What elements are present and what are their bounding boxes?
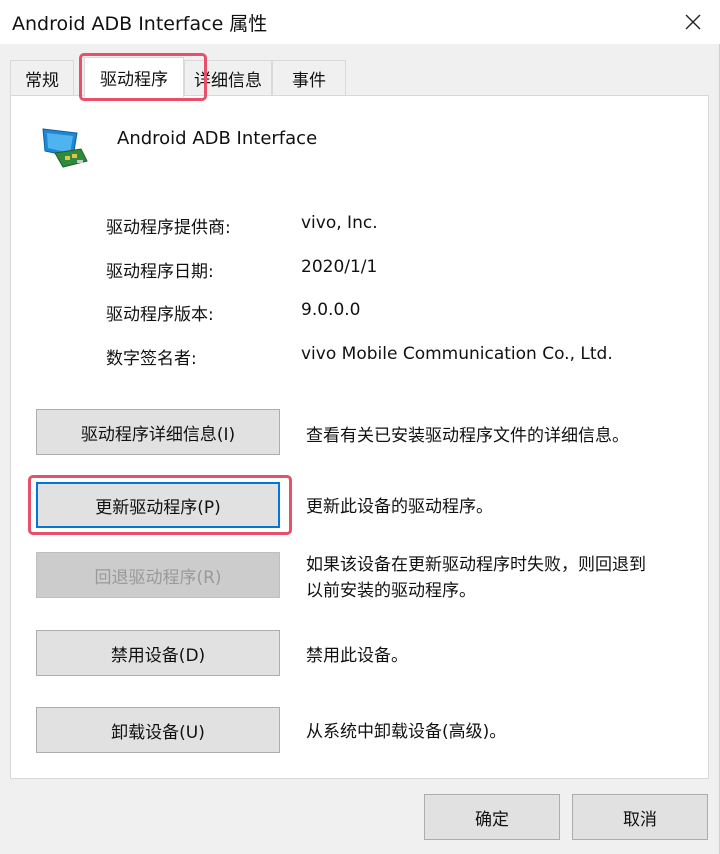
- properties-dialog: Android ADB Interface 属性 常规 驱动程序 详细信息 事件…: [0, 0, 720, 854]
- version-value: 9.0.0.0: [301, 300, 361, 320]
- cancel-button[interactable]: 取消: [572, 794, 708, 840]
- uninstall-device-description: 从系统中卸载设备(高级)。: [306, 722, 507, 742]
- date-label: 驱动程序日期:: [106, 262, 214, 282]
- tab-details[interactable]: 详细信息: [184, 60, 272, 96]
- driver-details-button[interactable]: 驱动程序详细信息(I): [36, 409, 280, 455]
- rollback-description-line2: 以前安装的驱动程序。: [306, 581, 476, 601]
- rollback-driver-button: 回退驱动程序(R): [36, 552, 280, 598]
- update-driver-description: 更新此设备的驱动程序。: [306, 497, 493, 517]
- tab-general[interactable]: 常规: [10, 60, 74, 96]
- signer-value: vivo Mobile Communication Co., Ltd.: [301, 344, 613, 364]
- device-name: Android ADB Interface: [117, 128, 318, 149]
- rollback-description-line1: 如果该设备在更新驱动程序时失败，则回退到: [306, 555, 646, 575]
- network-adapter-icon: [42, 128, 88, 168]
- version-label: 驱动程序版本:: [106, 305, 214, 325]
- window-title: Android ADB Interface 属性: [12, 13, 268, 35]
- tab-driver[interactable]: 驱动程序: [84, 57, 184, 97]
- provider-value: vivo, Inc.: [301, 213, 378, 233]
- ok-button[interactable]: 确定: [424, 794, 560, 840]
- uninstall-device-button[interactable]: 卸载设备(U): [36, 707, 280, 753]
- driver-tab-panel: Android ADB Interface 驱动程序提供商: vivo, Inc…: [10, 95, 709, 779]
- close-icon: [685, 14, 701, 30]
- update-driver-button[interactable]: 更新驱动程序(P): [36, 482, 280, 528]
- date-value: 2020/1/1: [301, 257, 378, 277]
- disable-device-button[interactable]: 禁用设备(D): [36, 630, 280, 676]
- disable-device-description: 禁用此设备。: [306, 646, 408, 666]
- title-bar: Android ADB Interface 属性: [0, 0, 720, 44]
- provider-label: 驱动程序提供商:: [106, 218, 231, 238]
- signer-label: 数字签名者:: [106, 349, 197, 369]
- driver-details-description: 查看有关已安装驱动程序文件的详细信息。: [306, 426, 629, 446]
- tab-events[interactable]: 事件: [272, 60, 346, 96]
- close-button[interactable]: [676, 6, 710, 38]
